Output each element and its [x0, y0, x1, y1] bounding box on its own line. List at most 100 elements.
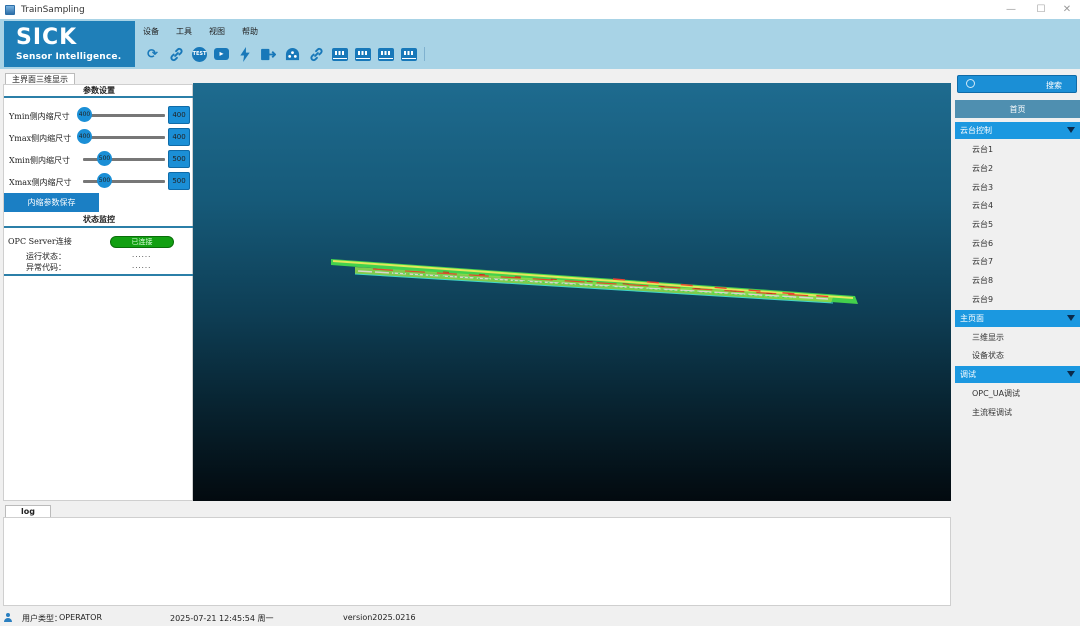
export-icon[interactable] — [260, 46, 277, 63]
user-type-value: OPERATOR — [59, 613, 103, 622]
header-band: SICK Sensor Intelligence. 设备 工具 视图 帮助 ⟳ … — [0, 19, 1080, 69]
nav-item-ptz-6[interactable]: 云台6 — [972, 238, 993, 249]
nav-group-label: 调试 — [960, 370, 976, 379]
logo-main-text: SICK — [16, 25, 78, 50]
nav-group-debug[interactable]: 调试 — [955, 366, 1080, 383]
nav-item-ptz-2[interactable]: 云台2 — [972, 163, 993, 174]
spinbox[interactable]: 400 — [168, 128, 190, 146]
link-icon[interactable] — [308, 46, 325, 63]
close-button[interactable]: ✕ — [1052, 0, 1080, 19]
title-bar: TrainSampling — ☐ ✕ — [0, 0, 1080, 19]
run-state-label: 运行状态： — [26, 252, 66, 261]
datetime-display: 2025-07-21 12:45:54 周一 — [170, 614, 274, 623]
right-nav-panel: 搜索 首页 云台控制 云台1 云台2 云台3 云台4 云台5 云台6 云台7 云… — [954, 71, 1080, 606]
sick-logo: SICK Sensor Intelligence. — [4, 21, 135, 67]
nav-item-ptz-8[interactable]: 云台8 — [972, 275, 993, 286]
section-divider — [4, 274, 194, 276]
menu-help[interactable]: 帮助 — [242, 26, 258, 37]
param-label: Ymax侧内缩尺寸 — [9, 134, 72, 143]
spinbox[interactable]: 400 — [168, 106, 190, 124]
nav-item-3d-display[interactable]: 三维显示 — [972, 332, 1004, 343]
slider-handle[interactable]: 500 — [97, 173, 112, 188]
refresh-icon[interactable]: ⟳ — [144, 46, 161, 63]
play-icon[interactable]: ▸ — [214, 48, 229, 60]
user-type-label: 用户类型： — [22, 614, 62, 623]
point-cloud-render — [331, 259, 858, 304]
nav-item-device-status[interactable]: 设备状态 — [972, 350, 1004, 361]
left-panel: 主界面三维显示 参数设置 Ymin侧内缩尺寸 400 400 Ymax侧内缩尺寸… — [3, 71, 194, 501]
opc-status-badge: 已连接 — [110, 236, 174, 248]
menu-view[interactable]: 视图 — [209, 26, 225, 37]
network-icon[interactable] — [284, 46, 301, 63]
search-label: 搜索 — [1046, 81, 1062, 90]
nav-group-main-page[interactable]: 主页面 — [955, 310, 1080, 327]
nav-item-ptz-1[interactable]: 云台1 — [972, 144, 993, 155]
point-cloud-train — [331, 259, 858, 304]
nav-item-ptz-3[interactable]: 云台3 — [972, 182, 993, 193]
slider-handle[interactable]: 400 — [77, 129, 92, 144]
slider-track[interactable] — [83, 114, 165, 117]
toolbar: ⟳ TEST ▸ — [144, 44, 425, 64]
param-row-xmax: Xmax侧内缩尺寸 500 500 — [8, 172, 190, 190]
nav-item-ptz-7[interactable]: 云台7 — [972, 256, 993, 267]
train-car-icon[interactable] — [332, 47, 348, 61]
train-car-icon[interactable] — [401, 47, 417, 61]
menu-device[interactable]: 设备 — [143, 26, 159, 37]
section-divider — [4, 96, 194, 98]
user-icon — [4, 613, 12, 622]
run-state-value: ...... — [132, 251, 152, 259]
spinbox[interactable]: 500 — [168, 150, 190, 168]
param-section-title: 参数设置 — [83, 86, 115, 95]
error-code-label: 异常代码： — [26, 263, 66, 272]
train-car-icon[interactable] — [355, 47, 371, 61]
slider-track[interactable] — [83, 180, 165, 183]
nav-group-label: 云台控制 — [960, 126, 992, 135]
app-icon — [5, 4, 15, 15]
error-code-value: ...... — [132, 262, 152, 270]
version-label: version2025.0216 — [343, 613, 416, 622]
slider-handle[interactable]: 500 — [97, 151, 112, 166]
chevron-down-icon — [1067, 371, 1075, 377]
nav-item-ptz-4[interactable]: 云台4 — [972, 200, 993, 211]
param-row-ymax: Ymax侧内缩尺寸 400 400 — [8, 128, 190, 146]
status-section-title: 状态监控 — [83, 215, 115, 224]
nav-group-label: 主页面 — [960, 314, 984, 323]
opc-label: OPC Server连接 — [8, 237, 72, 246]
param-row-ymin: Ymin侧内缩尺寸 400 400 — [8, 106, 190, 124]
save-params-button[interactable]: 内缩参数保存 — [4, 193, 99, 212]
link-icon[interactable] — [168, 46, 185, 63]
logo-tagline: Sensor Intelligence. — [16, 52, 122, 62]
slider-track[interactable] — [83, 136, 165, 139]
log-output[interactable] — [3, 517, 951, 606]
point-cloud-3d-view[interactable] — [193, 83, 951, 501]
search-button[interactable]: 搜索 — [957, 75, 1077, 93]
toolbar-separator — [424, 47, 425, 61]
minimize-button[interactable]: — — [996, 0, 1026, 19]
status-bar: 用户类型： OPERATOR 2025-07-21 12:45:54 周一 ve… — [0, 608, 1080, 626]
nav-item-ptz-5[interactable]: 云台5 — [972, 219, 993, 230]
log-area: log — [3, 503, 951, 606]
nav-item-opc-ua-debug[interactable]: OPC_UA调试 — [972, 388, 1020, 399]
lightning-icon[interactable] — [236, 46, 253, 63]
menu-tools[interactable]: 工具 — [176, 26, 192, 37]
parameter-panel: 参数设置 Ymin侧内缩尺寸 400 400 Ymax侧内缩尺寸 400 400… — [3, 84, 194, 501]
window-title: TrainSampling — [21, 4, 85, 15]
param-label: Xmax侧内缩尺寸 — [9, 178, 72, 187]
section-divider — [4, 226, 194, 228]
spinbox[interactable]: 500 — [168, 172, 190, 190]
menu-bar: 设备 工具 视图 帮助 — [143, 26, 275, 37]
app-window: TrainSampling — ☐ ✕ SICK Sensor Intellig… — [0, 0, 1080, 626]
nav-item-main-flow-debug[interactable]: 主流程调试 — [972, 407, 1012, 418]
nav-group-ptz-control[interactable]: 云台控制 — [955, 122, 1080, 139]
nav-home[interactable]: 首页 — [955, 100, 1080, 118]
train-car-icon[interactable] — [378, 47, 394, 61]
search-icon — [966, 79, 975, 88]
slider-handle[interactable]: 400 — [77, 107, 92, 122]
chevron-down-icon — [1067, 127, 1075, 133]
test-icon[interactable]: TEST — [192, 46, 207, 62]
param-label: Ymin侧内缩尺寸 — [9, 112, 70, 121]
slider-track[interactable] — [83, 158, 165, 161]
nav-item-ptz-9[interactable]: 云台9 — [972, 294, 993, 305]
param-label: Xmin侧内缩尺寸 — [9, 156, 70, 165]
chevron-down-icon — [1067, 315, 1075, 321]
